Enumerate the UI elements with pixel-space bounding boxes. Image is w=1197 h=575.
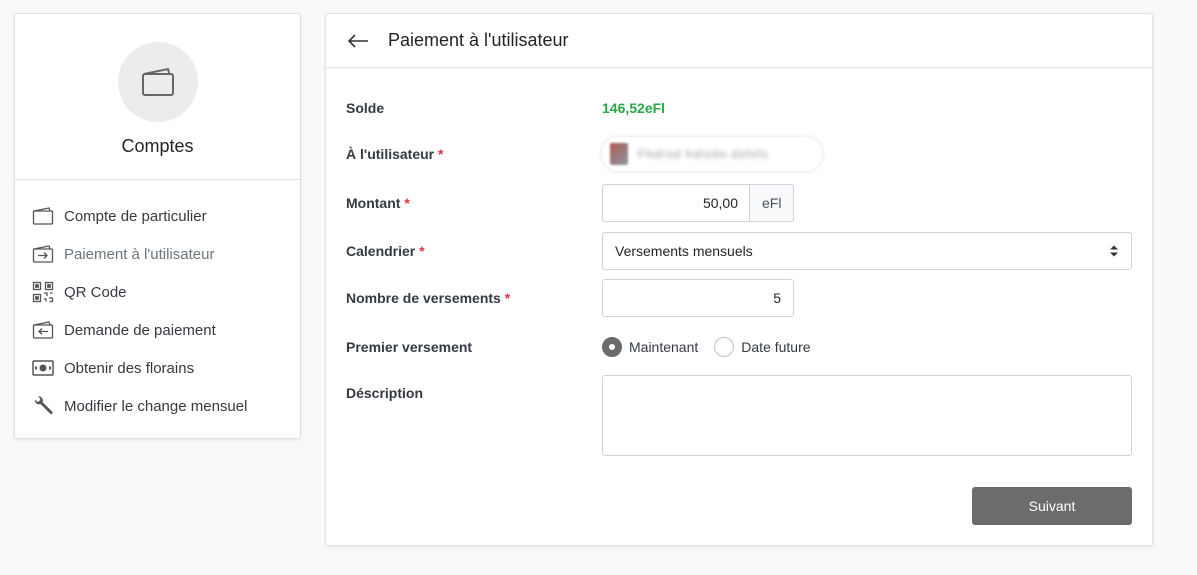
first-payment-label: Premier versement: [346, 339, 473, 355]
recipient-row: À l'utilisateur * Fhdrsd hdlsdo dsfsfs: [346, 137, 1132, 171]
radio-now-label: Maintenant: [629, 339, 699, 355]
wallet-arrow-left-icon: [31, 319, 55, 341]
radio-future-label: Date future: [741, 339, 811, 355]
sidebar-menu: Compte de particulier Paiement à l'utili…: [15, 197, 300, 425]
banknote-icon: [31, 357, 55, 379]
sidebar-item-qr-code[interactable]: QR Code: [15, 273, 300, 311]
wallet-arrow-right-icon: [31, 243, 55, 265]
description-row: Déscription: [346, 375, 1132, 456]
sidebar-item-monthly-exchange[interactable]: Modifier le change mensuel: [15, 387, 300, 425]
radio-now[interactable]: Maintenant: [602, 337, 698, 357]
page-title: Paiement à l'utilisateur: [388, 30, 569, 50]
sidebar-item-personal-account[interactable]: Compte de particulier: [15, 197, 300, 235]
recipient-name: Fhdrsd hdlsdo dsfsfs: [638, 147, 769, 161]
avatar: [610, 143, 628, 165]
installments-label: Nombre de versements: [346, 290, 501, 306]
sidebar-divider: [15, 179, 300, 180]
first-payment-row: Premier versement Maintenant Date future: [346, 336, 1132, 358]
panel-header: Paiement à l'utilisateur: [326, 14, 1152, 68]
currency-addon: eFl: [750, 184, 795, 222]
description-label: Déscription: [346, 385, 424, 401]
required-mark: *: [438, 146, 444, 162]
sidebar-item-label: Demande de paiement: [64, 321, 216, 339]
wallet-icon: [31, 205, 55, 227]
schedule-row: Calendrier * Versements mensuels: [346, 232, 1132, 270]
sidebar-item-get-florains[interactable]: Obtenir des florains: [15, 349, 300, 387]
radio-future-date[interactable]: Date future: [714, 337, 811, 357]
balance-row: Solde 146,52eFl: [346, 98, 1132, 118]
wrench-icon: [31, 395, 55, 417]
payment-panel: Paiement à l'utilisateur Solde 146,52eFl…: [325, 13, 1153, 546]
balance-value: 146,52eFl: [602, 100, 666, 116]
qr-code-icon: [31, 281, 55, 303]
balance-label: Solde: [346, 100, 385, 116]
schedule-select[interactable]: Versements mensuels: [602, 232, 1132, 270]
sidebar-item-label: QR Code: [64, 283, 127, 301]
amount-input[interactable]: [602, 184, 750, 222]
recipient-label: À l'utilisateur: [346, 146, 435, 162]
sidebar-item-payment-request[interactable]: Demande de paiement: [15, 311, 300, 349]
required-mark: *: [504, 290, 511, 306]
back-arrow-icon[interactable]: [346, 29, 370, 53]
sidebar-item-label: Modifier le change mensuel: [64, 397, 248, 415]
installments-row: Nombre de versements *: [346, 279, 1132, 317]
sidebar-item-label: Paiement à l'utilisateur: [64, 245, 215, 263]
required-mark: *: [404, 195, 410, 211]
sidebar-title: Comptes: [121, 136, 194, 156]
account-avatar: [118, 42, 198, 122]
description-textarea[interactable]: [602, 375, 1132, 456]
next-button[interactable]: Suivant: [972, 487, 1132, 525]
installments-input[interactable]: [602, 279, 794, 317]
sidebar-item-pay-user[interactable]: Paiement à l'utilisateur: [15, 235, 300, 273]
amount-input-group: eFl: [602, 184, 795, 222]
radio-checked-circle: [602, 337, 622, 357]
required-mark: *: [419, 243, 425, 259]
sort-caret-icon: [1110, 245, 1118, 257]
schedule-label: Calendrier: [346, 243, 416, 259]
amount-label: Montant: [346, 195, 401, 211]
sidebar-item-label: Compte de particulier: [64, 207, 207, 225]
radio-unchecked-circle: [714, 337, 735, 357]
first-payment-options: Maintenant Date future: [602, 337, 827, 357]
accounts-sidebar: Comptes Compte de particulier Paiement à…: [14, 13, 301, 439]
schedule-selected-value: Versements mensuels: [615, 243, 753, 259]
recipient-chip[interactable]: Fhdrsd hdlsdo dsfsfs: [602, 137, 822, 171]
wallet-icon: [142, 67, 174, 96]
amount-row: Montant * eFl: [346, 184, 1132, 222]
sidebar-item-label: Obtenir des florains: [64, 359, 195, 377]
